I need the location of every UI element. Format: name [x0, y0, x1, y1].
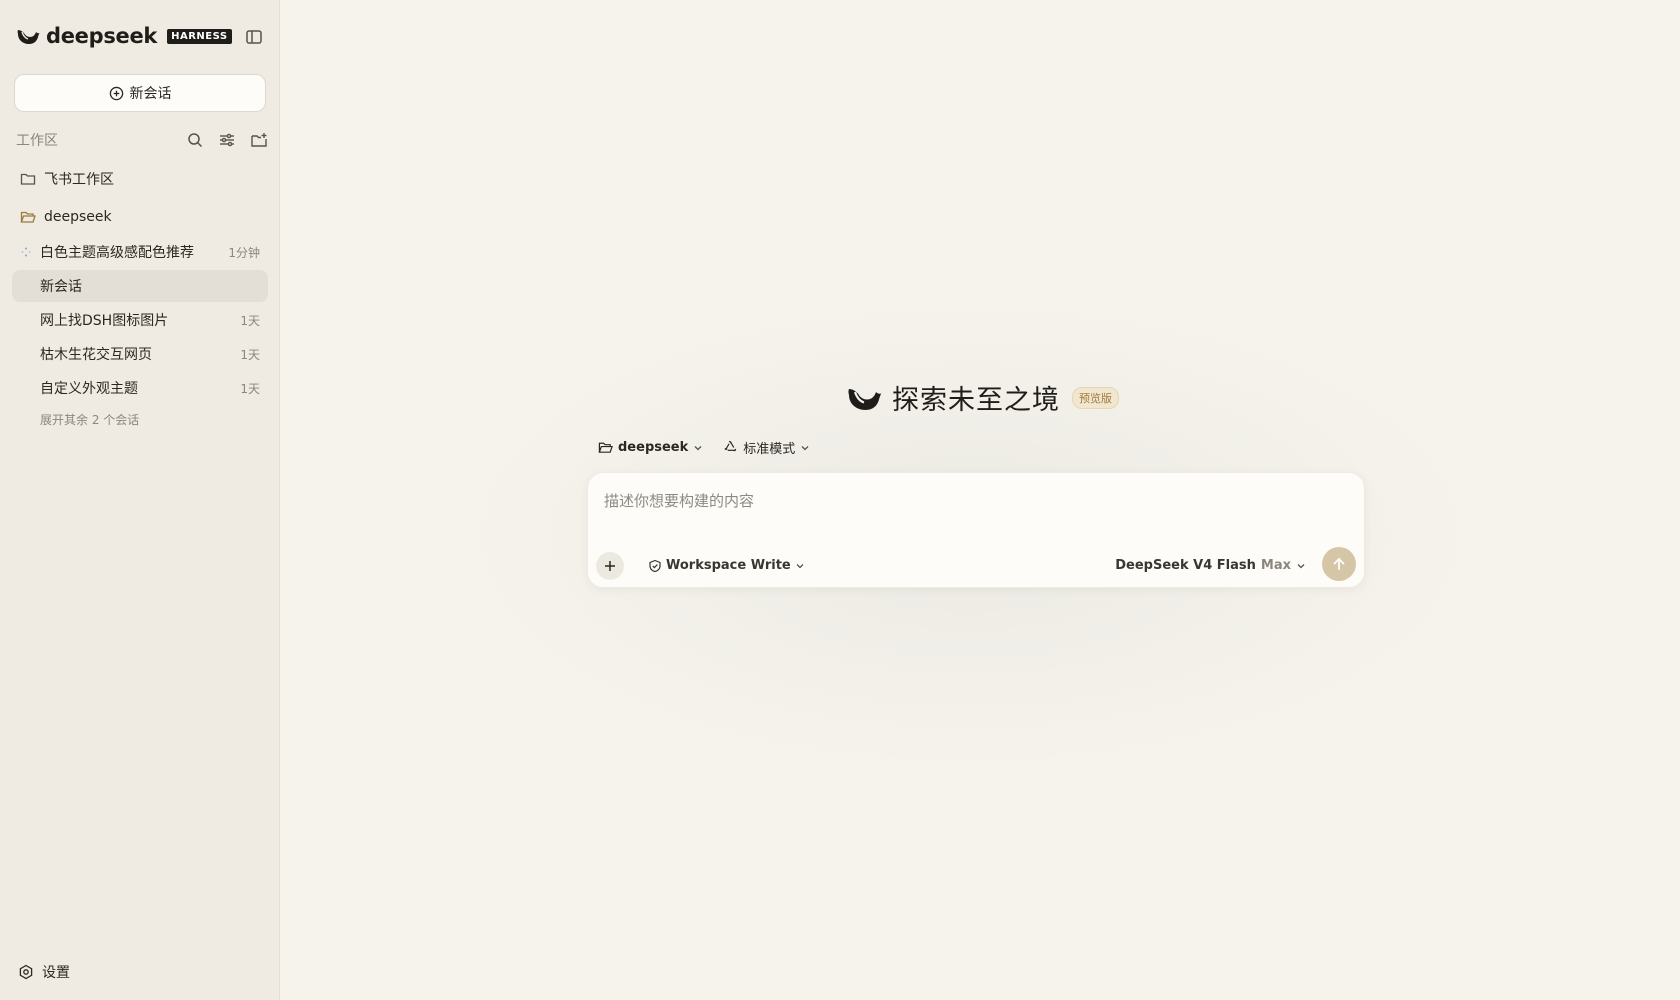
search-icon[interactable]	[186, 131, 204, 149]
sidebar: deepseek HARNESS 新会话 工作区 飞书工作区 deepseek …	[0, 0, 280, 1000]
session-item[interactable]: 枯木生花交互网页 1天	[12, 338, 268, 370]
plus-circle-icon	[109, 86, 124, 101]
folder-open-icon	[598, 440, 613, 455]
session-time: 1天	[240, 313, 260, 328]
folder-item-feishu[interactable]: 飞书工作区	[12, 164, 268, 194]
settings-button[interactable]: 设置	[18, 962, 70, 982]
loading-spinner-icon	[21, 247, 31, 257]
session-title: 新会话	[40, 279, 82, 295]
prompt-input[interactable]	[604, 487, 1344, 515]
filter-icon[interactable]	[218, 131, 236, 149]
model-selector[interactable]: DeepSeek V4 Flash Max	[1115, 558, 1306, 573]
recycle-icon	[723, 440, 738, 455]
brand-badge: HARNESS	[167, 28, 232, 44]
new-chat-label: 新会话	[129, 86, 172, 102]
session-time: 1分钟	[228, 245, 260, 260]
hero-heading: 探索未至之境 预览版	[846, 378, 1119, 417]
expand-more-sessions-link[interactable]: 展开其余 2 个会话	[40, 411, 139, 428]
session-title: 网上找DSH图标图片	[40, 313, 169, 329]
settings-label: 设置	[42, 965, 70, 981]
brand-logo[interactable]: deepseek HARNESS	[16, 24, 232, 48]
arrow-up-icon	[1331, 556, 1347, 572]
send-button[interactable]	[1322, 547, 1356, 581]
session-title: 白色主题高级感配色推荐	[40, 245, 194, 261]
session-item[interactable]: 自定义外观主题 1天	[12, 372, 268, 404]
chevron-down-icon	[1296, 561, 1306, 571]
preview-badge: 预览版	[1072, 386, 1119, 409]
session-time: 1天	[240, 381, 260, 396]
session-item-active[interactable]: 新会话	[12, 270, 268, 302]
session-title: 枯木生花交互网页	[40, 347, 152, 363]
session-title: 自定义外观主题	[40, 381, 138, 397]
folder-icon	[20, 171, 36, 187]
folder-open-icon	[20, 209, 36, 225]
mode-selector-label: 标准模式	[743, 442, 796, 457]
whale-logo-icon	[846, 383, 882, 413]
mode-selector[interactable]: 标准模式	[723, 438, 810, 457]
brand-name: deepseek	[46, 24, 158, 48]
workspace-selector-label: deepseek	[618, 440, 689, 455]
session-item[interactable]: 白色主题高级感配色推荐 1分钟	[12, 236, 268, 268]
folder-label: 飞书工作区	[44, 172, 114, 188]
chevron-down-icon	[800, 443, 810, 453]
model-name: DeepSeek V4 Flash	[1115, 558, 1256, 573]
workspace-title: 工作区	[16, 133, 58, 149]
workspace-tools	[186, 131, 268, 149]
permission-selector[interactable]: Workspace Write	[648, 558, 805, 573]
composer: Workspace Write DeepSeek V4 Flash Max	[587, 472, 1365, 588]
model-tier: Max	[1260, 558, 1291, 573]
gear-icon	[18, 964, 34, 980]
new-folder-icon[interactable]	[250, 131, 268, 149]
chevron-down-icon	[693, 443, 703, 453]
session-time: 1天	[240, 347, 260, 362]
plus-icon	[603, 559, 617, 573]
sidebar-toggle-icon[interactable]	[244, 27, 264, 47]
workspace-selector[interactable]: deepseek	[598, 440, 703, 455]
workspace-header: 工作区	[16, 130, 268, 150]
hero-title: 探索未至之境	[892, 385, 1060, 416]
attach-button[interactable]	[596, 552, 624, 580]
session-item[interactable]: 网上找DSH图标图片 1天	[12, 304, 268, 336]
chevron-down-icon	[795, 561, 805, 571]
new-chat-button[interactable]: 新会话	[14, 74, 266, 112]
whale-logo-icon	[16, 26, 40, 46]
permission-label: Workspace Write	[666, 558, 791, 573]
selector-row: deepseek 标准模式	[598, 438, 810, 457]
folder-label: deepseek	[44, 209, 112, 225]
folder-item-deepseek[interactable]: deepseek	[12, 202, 268, 232]
shield-check-icon	[648, 559, 662, 573]
